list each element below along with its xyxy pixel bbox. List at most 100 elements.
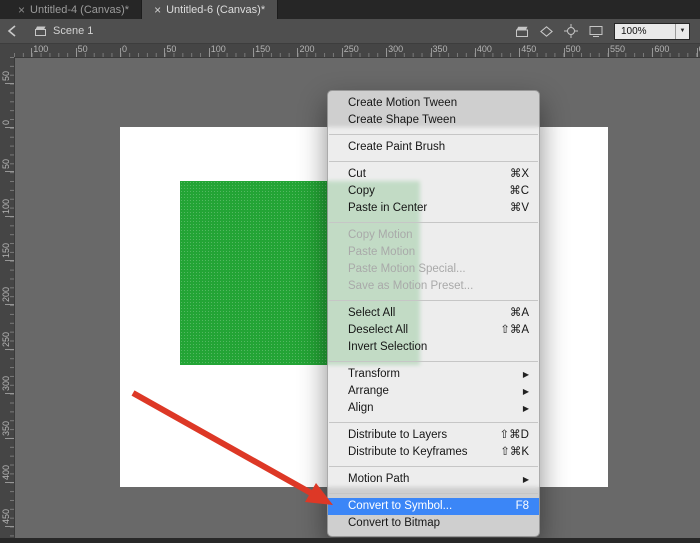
ruler-label: 250 (344, 44, 359, 54)
vertical-ruler: 10050050100150200250300350400450 (0, 57, 15, 543)
ruler-tick (608, 48, 609, 57)
back-arrow-icon[interactable] (0, 24, 24, 38)
center-frame-icon[interactable] (564, 24, 578, 38)
ruler-tick (5, 482, 14, 483)
tab-untitled-6[interactable]: × Untitled-6 (Canvas)* (142, 0, 278, 19)
menu-item-label: Deselect All (348, 322, 488, 339)
menu-item-label: Distribute to Layers (348, 427, 488, 444)
animate-window: × Untitled-4 (Canvas)* × Untitled-6 (Can… (0, 0, 700, 543)
menu-item-shortcut: ⇧⌘K (500, 444, 529, 461)
ruler-tick (5, 216, 14, 217)
menu-separator (329, 134, 538, 135)
ruler-tick (297, 48, 298, 57)
horizontal-ruler: 1005005010015020025030035040045050055060… (14, 43, 700, 58)
zoom-dropdown[interactable]: 100% ▼ (614, 23, 690, 40)
ruler-tick (475, 48, 476, 57)
menu-item-label: Paste Motion (348, 244, 529, 261)
clip-screen-icon[interactable] (589, 25, 603, 38)
menu-item-align[interactable]: Align▶ (328, 400, 539, 417)
menu-item-create-motion-tween[interactable]: Create Motion Tween (328, 95, 539, 112)
document-tab-bar: × Untitled-4 (Canvas)* × Untitled-6 (Can… (0, 0, 700, 19)
ruler-label: 300 (388, 44, 403, 54)
menu-item-shortcut: ⇧⌘D (500, 427, 529, 444)
menu-item-invert-selection[interactable]: Invert Selection (328, 339, 539, 356)
menu-item-copy[interactable]: Copy⌘C (328, 183, 539, 200)
ruler-label: 50 (78, 44, 88, 54)
ruler-label: 400 (477, 44, 492, 54)
scene-icon (34, 25, 47, 37)
ruler-tick (5, 438, 14, 439)
menu-item-copy-motion: Copy Motion (328, 227, 539, 244)
ruler-tick (253, 48, 254, 57)
ruler-label: 500 (566, 44, 581, 54)
menu-item-label: Arrange (348, 383, 511, 400)
ruler-label: 450 (521, 44, 536, 54)
edit-bar: Scene 1 100% ▼ (0, 19, 700, 44)
scene-breadcrumb[interactable]: Scene 1 (34, 25, 93, 37)
ruler-tick (31, 48, 32, 57)
ruler-label: 100 (33, 44, 48, 54)
ruler-tick (164, 48, 165, 57)
ruler-label: 600 (654, 44, 669, 54)
submenu-arrow-icon: ▶ (523, 383, 529, 400)
ruler-tick (519, 48, 520, 57)
menu-item-label: Convert to Symbol... (348, 498, 504, 515)
scene-label: Scene 1 (53, 25, 93, 37)
menu-item-label: Create Shape Tween (348, 112, 529, 129)
ruler-label: 50 (1, 159, 11, 169)
ruler-tick (652, 48, 653, 57)
menu-item-shortcut: F8 (516, 498, 529, 515)
menu-item-label: Copy (348, 183, 497, 200)
menu-item-transform[interactable]: Transform▶ (328, 366, 539, 383)
menu-item-paste-in-center[interactable]: Paste in Center ⌘V (328, 200, 539, 217)
ruler-label: 200 (299, 44, 314, 54)
menu-item-label: Paste in Center (348, 200, 498, 217)
menu-item-shortcut: ⌘A (510, 305, 529, 322)
chevron-down-icon[interactable]: ▼ (675, 24, 689, 39)
ruler-tick (431, 48, 432, 57)
menu-item-label: Convert to Bitmap (348, 515, 529, 532)
ruler-tick (5, 127, 14, 128)
menu-separator (329, 361, 538, 362)
menu-separator (329, 300, 538, 301)
menu-item-cut[interactable]: Cut⌘X (328, 166, 539, 183)
menu-item-save-as-motion-preset: Save as Motion Preset... (328, 278, 539, 295)
ruler-label: 250 (1, 332, 11, 347)
edit-scene-icon[interactable] (515, 25, 529, 38)
ruler-tick (5, 260, 14, 261)
menu-item-distribute-to-keyframes[interactable]: Distribute to Keyframes⇧⌘K (328, 444, 539, 461)
ruler-label: 150 (255, 44, 270, 54)
menu-item-deselect-all[interactable]: Deselect All⇧⌘A (328, 322, 539, 339)
ruler-tick (5, 393, 14, 394)
menu-item-arrange[interactable]: Arrange ▶ (328, 383, 539, 400)
close-icon[interactable]: × (154, 4, 161, 16)
menu-item-select-all[interactable]: Select All ⌘A (328, 305, 539, 322)
menu-item-label: Select All (348, 305, 498, 322)
menu-item-label: Align (348, 400, 511, 417)
ruler-label: 200 (1, 287, 11, 302)
menu-item-distribute-to-layers[interactable]: Distribute to Layers ⇧⌘D (328, 427, 539, 444)
submenu-arrow-icon: ▶ (523, 471, 529, 488)
ruler-tick (5, 304, 14, 305)
menu-item-create-paint-brush[interactable]: Create Paint Brush (328, 139, 539, 156)
menu-item-create-shape-tween[interactable]: Create Shape Tween (328, 112, 539, 129)
ruler-tick (5, 83, 14, 84)
menu-item-label: Cut (348, 166, 498, 183)
ruler-label: 150 (1, 243, 11, 258)
menu-separator (329, 493, 538, 494)
close-icon[interactable]: × (18, 4, 25, 16)
menu-item-motion-path[interactable]: Motion Path ▶ (328, 471, 539, 488)
menu-item-paste-motion: Paste Motion (328, 244, 539, 261)
context-menu: Create Motion TweenCreate Shape Tween Cre… (327, 90, 540, 537)
tab-label: Untitled-4 (Canvas)* (30, 4, 129, 16)
menu-item-label: Motion Path (348, 471, 511, 488)
tab-untitled-4[interactable]: × Untitled-4 (Canvas)* (6, 0, 142, 19)
menu-separator (329, 422, 538, 423)
ruler-tick (209, 48, 210, 57)
edit-symbols-icon[interactable] (540, 25, 553, 38)
ruler-label: 300 (1, 376, 11, 391)
menu-item-convert-to-symbol[interactable]: Convert to Symbol... F8 (328, 498, 539, 515)
menu-item-convert-to-bitmap[interactable]: Convert to Bitmap (328, 515, 539, 532)
ruler-label: 350 (1, 420, 11, 435)
menu-item-shortcut: ⌘V (510, 200, 529, 217)
